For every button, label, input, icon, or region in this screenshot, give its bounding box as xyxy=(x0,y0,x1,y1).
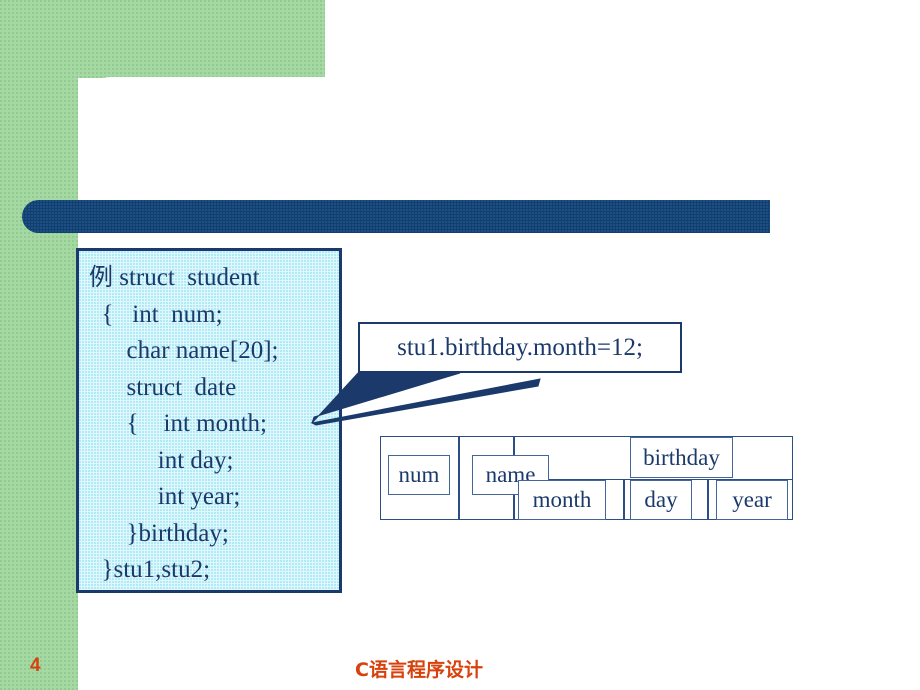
code-line-1-rest: struct student xyxy=(113,264,260,291)
green-left-column xyxy=(0,0,78,690)
code-line-1: 例 struct student xyxy=(89,259,339,297)
code-line-4: struct date xyxy=(89,373,237,401)
code-line-6: int day; xyxy=(89,446,234,474)
struct-label-num: num xyxy=(388,455,450,495)
code-line-9: }stu1,stu2; xyxy=(89,556,211,583)
slide-canvas: 例 struct student { int num; char name[20… xyxy=(0,0,920,690)
struct-label-month: month xyxy=(518,480,606,520)
struct-label-birthday: birthday xyxy=(630,437,733,478)
code-line-5: { int month; xyxy=(89,410,267,437)
callout-box: stu1.birthday.month=12; xyxy=(358,322,682,373)
footer-title: C语言程序设计 xyxy=(355,659,483,681)
struct-layout-table: num name birthday month day year xyxy=(380,436,793,520)
code-line-2: { int num; xyxy=(89,300,223,328)
code-line-1-cjk: 例 xyxy=(89,263,113,291)
code-example-box: 例 struct student { int num; char name[20… xyxy=(76,248,342,593)
code-line-3: char name[20]; xyxy=(89,337,279,364)
callout-text: stu1.birthday.month=12; xyxy=(397,333,643,361)
title-bar xyxy=(22,200,770,233)
code-line-7: int year; xyxy=(89,483,241,510)
page-number: 4 xyxy=(30,655,41,676)
struct-label-year: year xyxy=(716,480,788,520)
code-line-8: }birthday; xyxy=(89,519,229,547)
struct-label-day: day xyxy=(630,480,692,520)
